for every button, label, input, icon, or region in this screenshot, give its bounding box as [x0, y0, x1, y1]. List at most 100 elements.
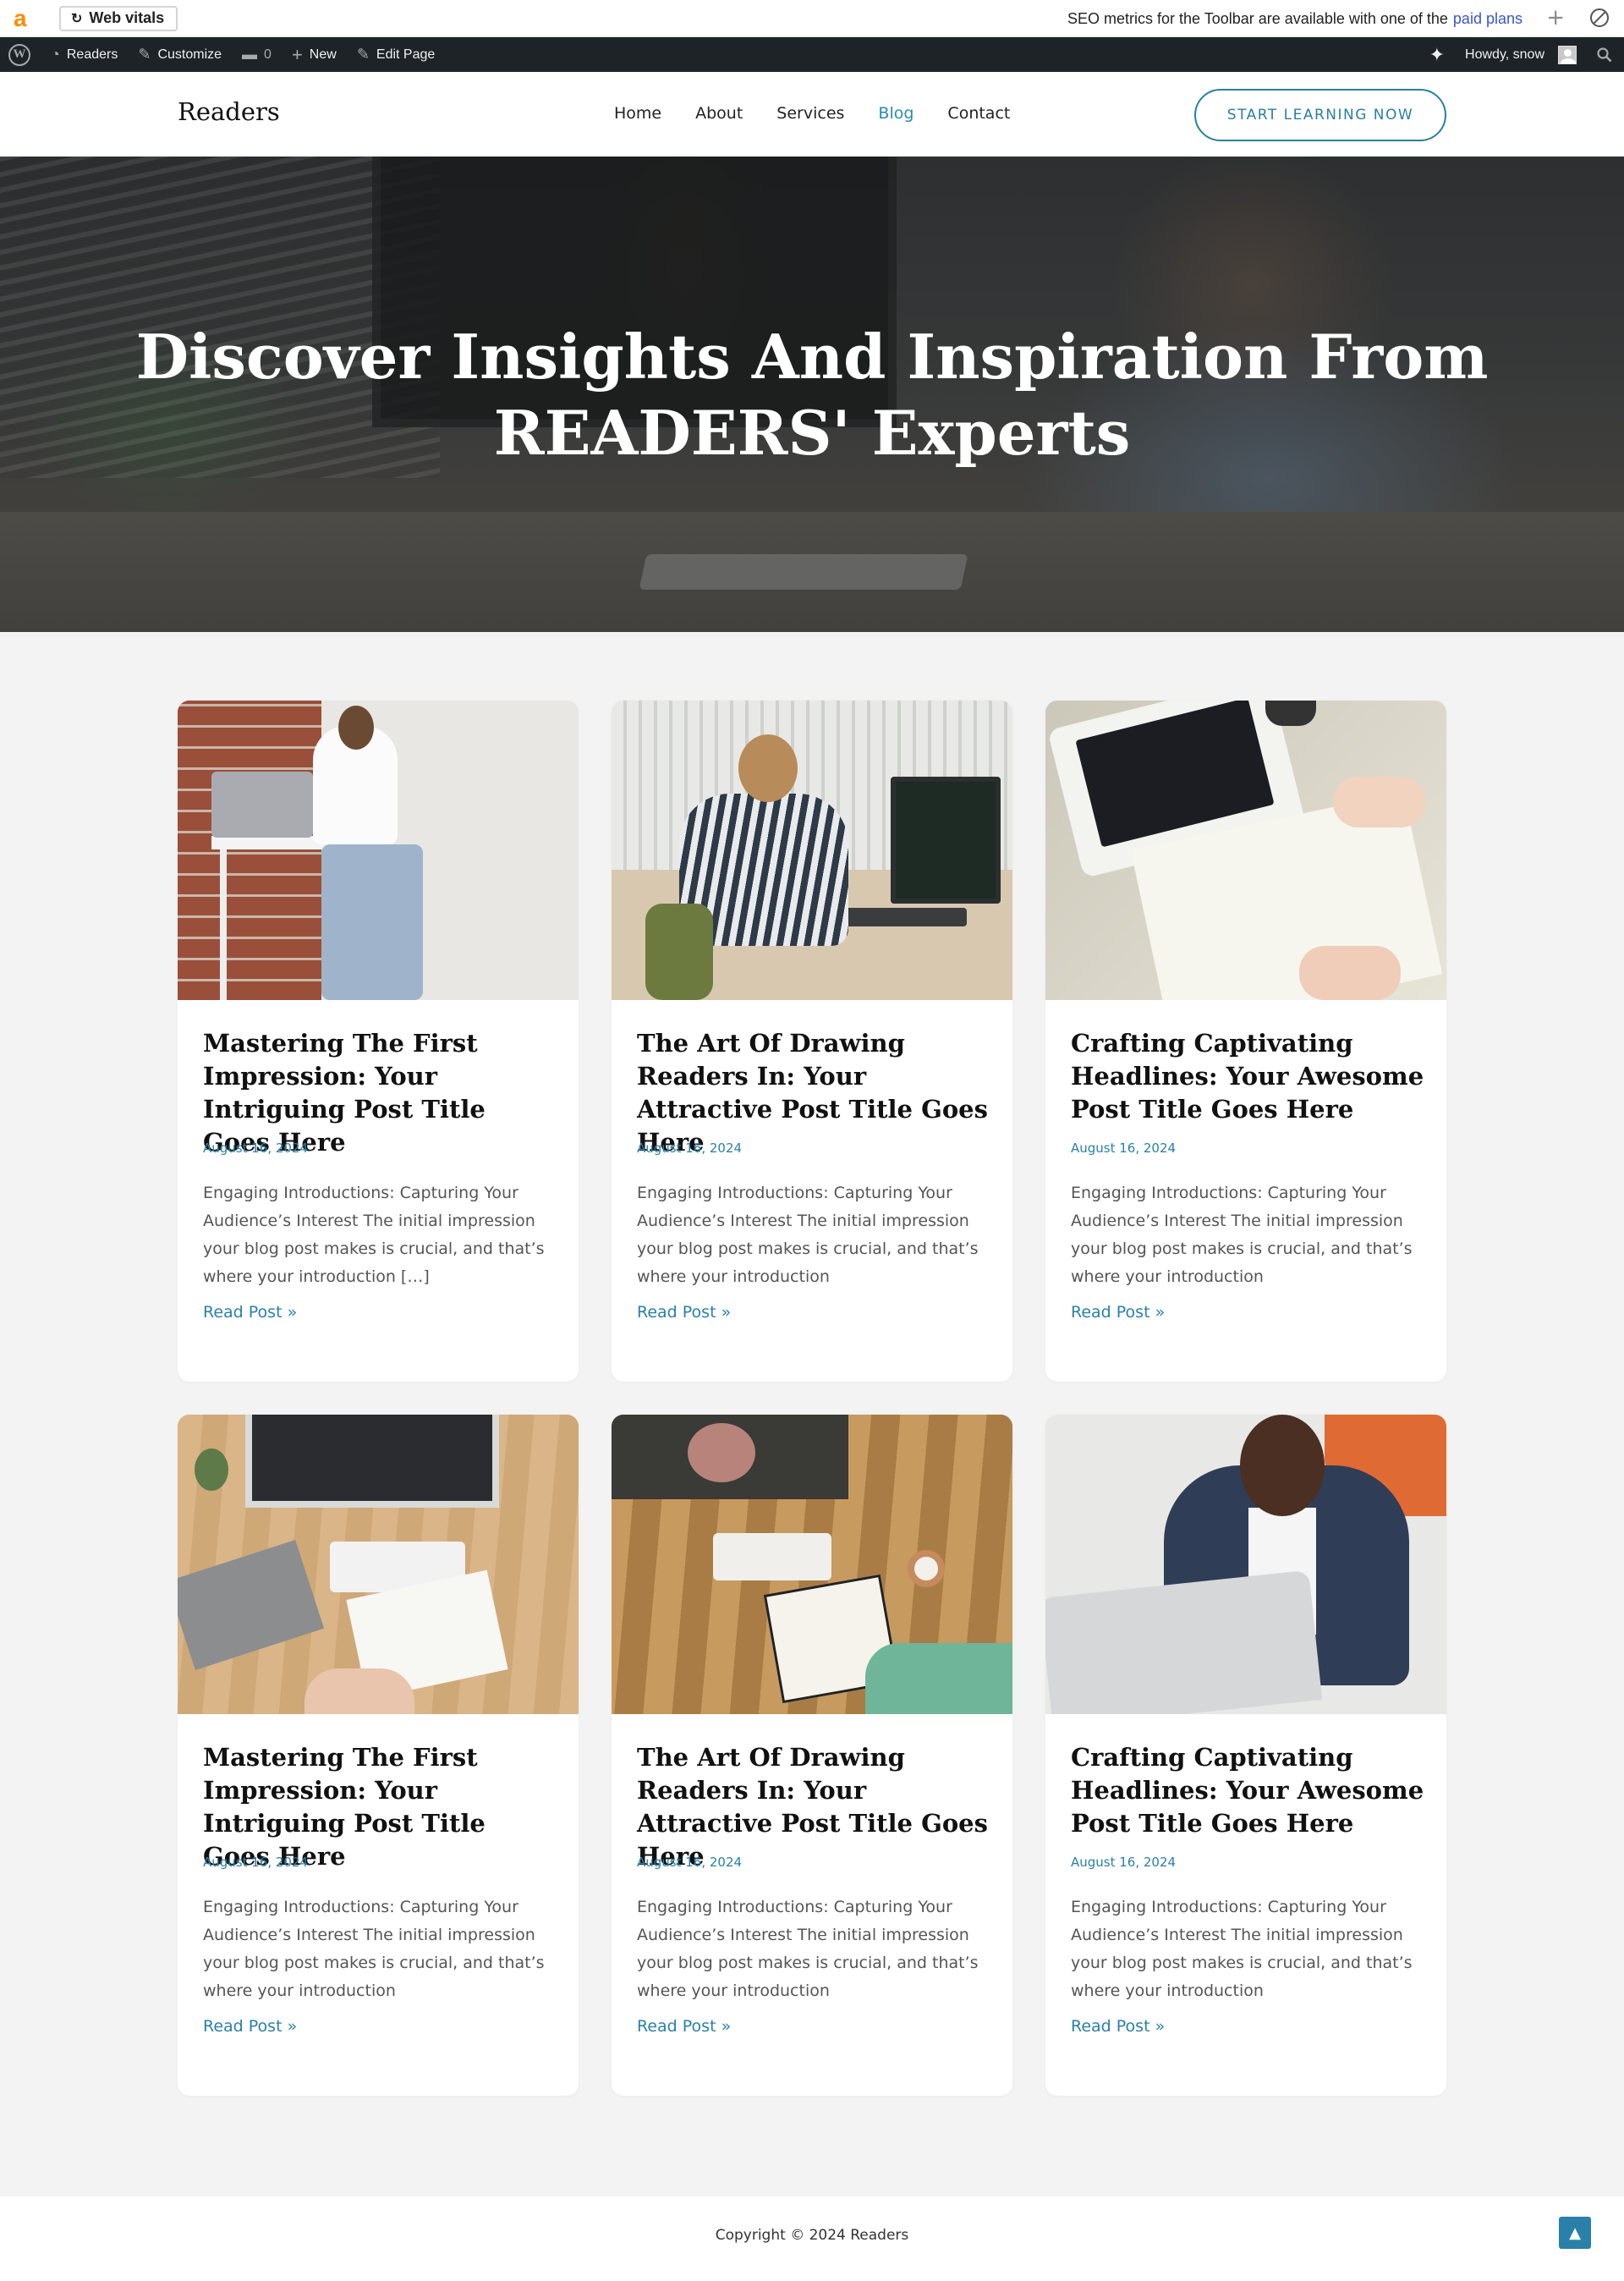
plus-icon: +	[291, 43, 303, 65]
start-learning-button[interactable]: START LEARNING NOW	[1194, 89, 1446, 141]
nav-services[interactable]: Services	[776, 104, 844, 123]
search-icon	[1597, 47, 1612, 62]
read-post-link[interactable]: Read Post »	[203, 1303, 297, 1322]
nav-blog[interactable]: Blog	[878, 104, 914, 123]
admin-new[interactable]: + New	[282, 37, 347, 72]
desk-leg	[220, 849, 227, 1000]
scroll-to-top-button[interactable]: ▲	[1559, 2217, 1591, 2249]
video-call-face	[688, 1423, 755, 1482]
nav-home[interactable]: Home	[614, 104, 661, 123]
post-excerpt: Engaging Introductions: Capturing Your A…	[637, 1184, 979, 1286]
person-head	[1240, 1415, 1325, 1516]
disable-icon[interactable]	[1590, 8, 1609, 27]
person-jeans	[321, 844, 423, 1000]
dashboard-icon: ◔	[51, 46, 60, 63]
hero-title-text: Discover Insights And Inspiration From R…	[135, 321, 1489, 469]
mug	[1265, 701, 1316, 726]
plus-icon[interactable]: +	[1546, 5, 1565, 30]
person-head	[738, 734, 798, 802]
read-post-link[interactable]: Read Post »	[637, 2017, 731, 2036]
admin-customize[interactable]: ✎ Customize	[128, 37, 232, 72]
nav-about[interactable]: About	[695, 104, 743, 123]
post-excerpt: Engaging Introductions: Capturing Your A…	[1071, 1898, 1413, 2000]
seo-message: SEO metrics for the Toolbar are availabl…	[1067, 0, 1522, 37]
read-post-link[interactable]: Read Post »	[1071, 1303, 1165, 1322]
admin-new-label: New	[309, 47, 337, 62]
admin-edit-label: Edit Page	[376, 47, 436, 62]
howdy-label: Howdy, snow	[1465, 47, 1544, 62]
brush-icon: ✎	[138, 46, 151, 63]
wordpress-menu[interactable]: W	[0, 37, 41, 72]
web-vitals-button[interactable]: ↻ Web vitals	[59, 5, 178, 31]
admin-site-label: Readers	[66, 47, 118, 62]
ai-assistant[interactable]: ✦	[1419, 37, 1455, 72]
post-thumbnail[interactable]	[612, 701, 1012, 1000]
hero-banner: Discover Insights And Inspiration From R…	[0, 157, 1624, 632]
post-thumbnail[interactable]	[178, 701, 579, 1000]
sparkle-icon: ✦	[1429, 43, 1446, 65]
post-thumbnail[interactable]	[612, 1415, 1012, 1714]
post-date[interactable]: August 16, 2024	[1071, 1855, 1176, 1870]
site-footer: Copyright © 2024 Readers ▲	[0, 2196, 1624, 2281]
laptop	[1045, 1569, 1323, 1714]
post-title[interactable]: Crafting Captivating Headlines: Your Awe…	[1071, 1741, 1426, 1840]
brick-wall	[178, 701, 321, 1000]
post-thumbnail[interactable]	[178, 1415, 579, 1714]
post-thumbnail[interactable]	[1045, 1415, 1446, 1714]
post-excerpt: Engaging Introductions: Capturing Your A…	[203, 1898, 545, 2000]
comments-count: 0	[264, 47, 272, 62]
refresh-icon: ↻	[71, 11, 83, 26]
writing-hand	[1333, 777, 1426, 827]
admin-site-name[interactable]: ◔ Readers	[41, 37, 128, 72]
wordpress-icon: W	[8, 43, 30, 66]
post-title[interactable]: The Art Of Drawing Readers In: Your Attr…	[637, 1741, 992, 1873]
person-head	[338, 706, 374, 750]
post-excerpt: Engaging Introductions: Capturing Your A…	[203, 1184, 545, 1286]
copyright-text: Copyright © 2024 Readers	[715, 2227, 909, 2244]
pencil-icon: ✎	[356, 46, 370, 63]
plant	[195, 1448, 228, 1491]
main-nav: Home About Services Blog Contact	[614, 104, 1010, 123]
post-card: Crafting Captivating Headlines: Your Awe…	[1045, 701, 1446, 1382]
hero-title: Discover Insights And Inspiration From R…	[0, 319, 1624, 471]
post-date[interactable]: August 16, 2024	[1071, 1140, 1176, 1156]
site-header: Readers Home About Services Blog Contact…	[0, 72, 1624, 157]
avatar	[1558, 45, 1577, 64]
green-sleeve	[865, 1643, 1012, 1714]
coffee-cup	[908, 1550, 945, 1587]
chair	[645, 904, 713, 1000]
account-menu[interactable]: Howdy, snow	[1455, 37, 1587, 72]
post-date[interactable]: August 16, 2024	[203, 1140, 308, 1156]
paid-plans-link[interactable]: paid plans	[1453, 10, 1522, 28]
person-head	[304, 1668, 414, 1714]
post-excerpt: Engaging Introductions: Capturing Your A…	[637, 1898, 979, 2000]
post-title[interactable]: Mastering The First Impression: Your Int…	[203, 1027, 558, 1159]
read-post-link[interactable]: Read Post »	[637, 1303, 731, 1322]
admin-bar: W ◔ Readers ✎ Customize ▬ 0 + New ✎ Edit…	[0, 37, 1624, 72]
post-card: Mastering The First Impression: Your Int…	[178, 701, 579, 1382]
nav-contact[interactable]: Contact	[947, 104, 1010, 123]
post-date[interactable]: August 16, 2024	[637, 1855, 742, 1870]
comment-icon: ▬	[242, 46, 258, 63]
post-date[interactable]: August 16, 2024	[203, 1855, 308, 1870]
seo-tool-logo[interactable]: a	[14, 6, 37, 30]
read-post-link[interactable]: Read Post »	[1071, 2017, 1165, 2036]
chevron-up-icon: ▲	[1569, 2223, 1581, 2242]
admin-comments[interactable]: ▬ 0	[232, 37, 282, 72]
keyboard	[840, 908, 967, 926]
web-vitals-label: Web vitals	[89, 9, 165, 26]
post-thumbnail[interactable]	[1045, 701, 1446, 1000]
post-title[interactable]: The Art Of Drawing Readers In: Your Attr…	[637, 1027, 992, 1159]
read-post-link[interactable]: Read Post »	[203, 2017, 297, 2036]
post-excerpt: Engaging Introductions: Capturing Your A…	[1071, 1184, 1413, 1286]
laptop	[211, 772, 313, 838]
post-title[interactable]: Crafting Captivating Headlines: Your Awe…	[1071, 1027, 1426, 1126]
admin-bar-right: ✦ Howdy, snow	[1419, 37, 1624, 72]
admin-edit-page[interactable]: ✎ Edit Page	[347, 37, 445, 72]
post-date[interactable]: August 16, 2024	[637, 1140, 742, 1156]
post-title[interactable]: Mastering The First Impression: Your Int…	[203, 1741, 558, 1873]
post-card: Crafting Captivating Headlines: Your Awe…	[1045, 1415, 1446, 2096]
site-title[interactable]: Readers	[178, 97, 280, 126]
admin-search[interactable]	[1587, 37, 1624, 72]
monitor	[245, 1415, 499, 1508]
